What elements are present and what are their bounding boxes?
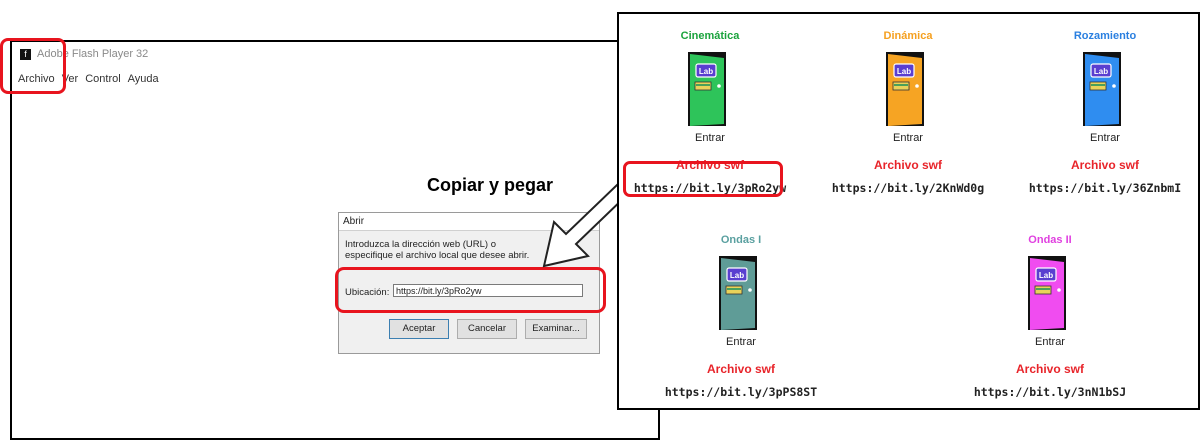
- copy-arrow-icon: [542, 182, 630, 268]
- enter-link[interactable]: Entrar: [970, 336, 1130, 348]
- swf-file-link[interactable]: Archivo swf: [970, 362, 1130, 376]
- lab-card: Rozamiento Lab Entrar Archivo swf https://bi…: [1025, 30, 1185, 195]
- url-highlight-box: [623, 161, 783, 197]
- menu-ayuda[interactable]: Ayuda: [128, 70, 159, 88]
- lab-card: Ondas I Lab Entrar Archivo swf https://bit.l…: [661, 234, 821, 399]
- location-highlight-box: [335, 267, 606, 313]
- lab-url[interactable]: https://bit.ly/3nN1bSJ: [970, 385, 1130, 399]
- title-bar: f Adobe Flash Player 32: [12, 42, 658, 66]
- lab-card: Dinámica Lab Entrar Archivo swf https://bit.…: [828, 30, 988, 195]
- lab-door-icon[interactable]: Lab: [717, 250, 765, 332]
- swf-file-link[interactable]: Archivo swf: [828, 158, 988, 172]
- swf-file-link[interactable]: Archivo swf: [1025, 158, 1185, 172]
- menu-control[interactable]: Control: [85, 70, 120, 88]
- lab-badge: Lab: [897, 67, 911, 76]
- lab-card: Ondas II Lab Entrar Archivo swf https://bit.…: [970, 234, 1130, 399]
- lab-name: Ondas II: [1028, 234, 1072, 246]
- swf-file-link[interactable]: Archivo swf: [661, 362, 821, 376]
- enter-link[interactable]: Entrar: [630, 132, 790, 144]
- lab-badge: Lab: [1094, 67, 1108, 76]
- lab-door-icon[interactable]: Lab: [686, 46, 734, 128]
- lab-badge: Lab: [1039, 271, 1053, 280]
- lab-name: Cinemática: [680, 30, 740, 42]
- cancel-button[interactable]: Cancelar: [457, 319, 517, 339]
- lab-badge: Lab: [730, 271, 744, 280]
- lab-name: Rozamiento: [1073, 30, 1137, 42]
- archivo-highlight-box: [0, 38, 66, 94]
- lab-url[interactable]: https://bit.ly/2KnWd0g: [828, 181, 988, 195]
- browse-button[interactable]: Examinar...: [525, 319, 587, 339]
- lab-door-icon[interactable]: Lab: [884, 46, 932, 128]
- enter-link[interactable]: Entrar: [661, 336, 821, 348]
- lab-door-icon[interactable]: Lab: [1026, 250, 1074, 332]
- lab-url[interactable]: https://bit.ly/3pPS8ST: [661, 385, 821, 399]
- lab-name: Ondas I: [720, 234, 762, 246]
- lab-url[interactable]: https://bit.ly/36ZnbmI: [1025, 181, 1185, 195]
- accept-button[interactable]: Aceptar: [389, 319, 449, 339]
- lab-door-icon[interactable]: Lab: [1081, 46, 1129, 128]
- enter-link[interactable]: Entrar: [828, 132, 988, 144]
- enter-link[interactable]: Entrar: [1025, 132, 1185, 144]
- lab-name: Dinámica: [883, 30, 933, 42]
- lab-badge: Lab: [699, 67, 713, 76]
- dialog-description: Introduzca la dirección web (URL) o espe…: [345, 239, 530, 261]
